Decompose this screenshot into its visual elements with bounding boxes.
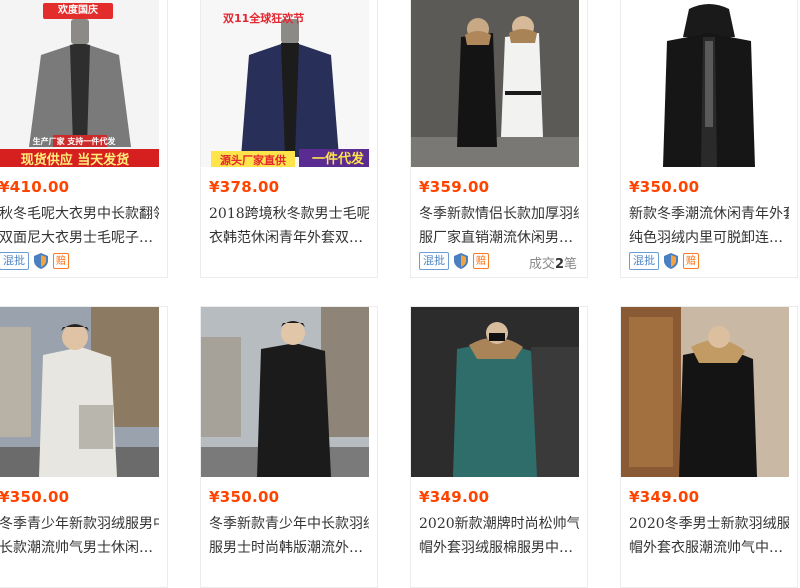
product-price: ¥350.00 bbox=[209, 488, 280, 506]
product-image[interactable] bbox=[621, 307, 789, 477]
hunpi-badge: 混批 bbox=[0, 252, 29, 270]
product-title[interactable]: 秋冬毛呢大衣男中长款翻领 双面尼大衣男士毛呢子… bbox=[0, 202, 159, 250]
product-price: ¥349.00 bbox=[629, 488, 700, 506]
product-price: ¥378.00 bbox=[209, 178, 280, 196]
promo-right-tag: 一件代发 bbox=[299, 149, 369, 167]
shield-icon bbox=[34, 253, 48, 269]
product-image[interactable]: 双11全球狂欢节 源头厂家直供 一件代发 bbox=[201, 0, 369, 167]
product-card[interactable]: ¥349.00 2020冬季男士新款羽绒服连 帽外套衣服潮流帅气中… bbox=[620, 306, 798, 588]
sales-count: 成交2笔 bbox=[529, 253, 577, 272]
pei-badge: 赔 bbox=[683, 253, 699, 269]
product-card[interactable]: 双11全球狂欢节 源头厂家直供 一件代发 ¥378.00 2018跨境秋冬款男士… bbox=[200, 0, 378, 278]
promo-left-tag: 源头厂家直供 bbox=[211, 151, 295, 167]
title-line-1: 2018跨境秋冬款男士毛呢大 bbox=[209, 206, 369, 222]
hunpi-badge: 混批 bbox=[419, 252, 449, 270]
promo-top-label: 欢度国庆 bbox=[43, 3, 113, 19]
product-title[interactable]: 2020新款潮牌时尚松帅气连 帽外套羽绒服棉服男中… bbox=[419, 512, 579, 560]
hunpi-badge: 混批 bbox=[629, 252, 659, 270]
title-line-1: 秋冬毛呢大衣男中长款翻领 bbox=[0, 206, 159, 222]
product-image[interactable]: 欢度国庆 生产厂家 支持一件代发 现货供应 当天发货 bbox=[0, 0, 159, 167]
product-price: ¥350.00 bbox=[629, 178, 700, 196]
title-line-1: 新款冬季潮流休闲青年外套 bbox=[629, 206, 789, 222]
product-image[interactable] bbox=[411, 0, 579, 167]
promo-top-label: 双11全球狂欢节 bbox=[223, 12, 305, 25]
title-line-2: 帽外套羽绒服棉服男中… bbox=[419, 540, 573, 556]
shield-icon bbox=[664, 253, 678, 269]
title-line-1: 2020冬季男士新款羽绒服连 bbox=[629, 516, 789, 532]
product-card[interactable]: 欢度国庆 生产厂家 支持一件代发 现货供应 当天发货 ¥410.00 秋冬毛呢大… bbox=[0, 0, 168, 278]
title-line-1: 2020新款潮牌时尚松帅气连 bbox=[419, 516, 579, 532]
product-image[interactable] bbox=[0, 307, 159, 477]
title-line-2: 长款潮流帅气男士休闲… bbox=[0, 540, 153, 556]
title-line-2: 服厂家直销潮流休闲男… bbox=[419, 230, 573, 246]
product-card[interactable]: ¥349.00 2020新款潮牌时尚松帅气连 帽外套羽绒服棉服男中… bbox=[410, 306, 588, 588]
pei-badge: 赔 bbox=[473, 253, 489, 269]
title-line-2: 双面尼大衣男士毛呢子… bbox=[0, 230, 153, 246]
badge-row: 混批 赔 bbox=[0, 252, 69, 270]
product-title[interactable]: 2018跨境秋冬款男士毛呢大 衣韩范休闲青年外套双… bbox=[209, 202, 369, 250]
product-price: ¥410.00 bbox=[0, 178, 70, 196]
product-price: ¥349.00 bbox=[419, 488, 490, 506]
title-line-1: 冬季新款青少年中长款羽绒 bbox=[209, 516, 369, 532]
product-title[interactable]: 2020冬季男士新款羽绒服连 帽外套衣服潮流帅气中… bbox=[629, 512, 789, 560]
product-title[interactable]: 冬季青少年新款羽绒服男中 长款潮流帅气男士休闲… bbox=[0, 512, 159, 560]
sales-prefix: 成交 bbox=[528, 257, 555, 272]
promo-bottom-label: 现货供应 当天发货 bbox=[20, 153, 130, 167]
product-card[interactable]: ¥350.00 新款冬季潮流休闲青年外套 纯色羽绒内里可脱卸连… 混批 赔 bbox=[620, 0, 798, 278]
title-line-2: 衣韩范休闲青年外套双… bbox=[209, 230, 363, 246]
title-line-1: 冬季新款情侣长款加厚羽绒 bbox=[419, 206, 579, 222]
badge-row: 混批 赔 bbox=[629, 252, 699, 270]
product-card[interactable]: ¥350.00 冬季青少年新款羽绒服男中 长款潮流帅气男士休闲… bbox=[0, 306, 168, 588]
pei-badge: 赔 bbox=[53, 253, 69, 269]
badge-row: 混批 赔 bbox=[419, 252, 489, 270]
title-line-2: 纯色羽绒内里可脱卸连… bbox=[629, 230, 783, 246]
shield-icon bbox=[454, 253, 468, 269]
product-image[interactable] bbox=[621, 0, 789, 167]
title-line-2: 帽外套衣服潮流帅气中… bbox=[629, 540, 783, 556]
title-line-1: 冬季青少年新款羽绒服男中 bbox=[0, 516, 159, 532]
sales-suffix: 笔 bbox=[563, 257, 577, 272]
product-title[interactable]: 冬季新款情侣长款加厚羽绒 服厂家直销潮流休闲男… bbox=[419, 202, 579, 250]
product-card[interactable]: ¥350.00 冬季新款青少年中长款羽绒 服男士时尚韩版潮流外… bbox=[200, 306, 378, 588]
product-title[interactable]: 新款冬季潮流休闲青年外套 纯色羽绒内里可脱卸连… bbox=[629, 202, 789, 250]
product-card[interactable]: ¥359.00 冬季新款情侣长款加厚羽绒 服厂家直销潮流休闲男… 混批 赔 成交… bbox=[410, 0, 588, 278]
product-title[interactable]: 冬季新款青少年中长款羽绒 服男士时尚韩版潮流外… bbox=[209, 512, 369, 560]
promo-strip: 生产厂家 支持一件代发 bbox=[32, 137, 116, 146]
title-line-2: 服男士时尚韩版潮流外… bbox=[209, 540, 363, 556]
product-price: ¥359.00 bbox=[419, 178, 490, 196]
product-image[interactable] bbox=[201, 307, 369, 477]
product-price: ¥350.00 bbox=[0, 488, 70, 506]
product-image[interactable] bbox=[411, 307, 579, 477]
sales-number: 2 bbox=[554, 257, 564, 272]
